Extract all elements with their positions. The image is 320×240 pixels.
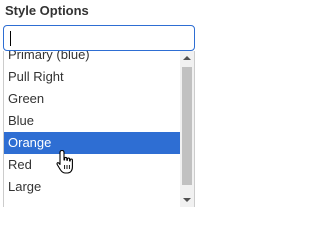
- option-orange[interactable]: Orange: [4, 132, 181, 154]
- arrow-down-icon[interactable]: [180, 193, 194, 207]
- option-primary-blue[interactable]: Primary (blue): [4, 51, 181, 66]
- option-green[interactable]: Green: [4, 88, 181, 110]
- field-label: Style Options: [5, 3, 89, 18]
- option-blue[interactable]: Blue: [4, 110, 181, 132]
- options-dropdown[interactable]: Primary (blue) Pull Right Green Blue Ora…: [3, 51, 195, 207]
- search-box[interactable]: [3, 25, 195, 51]
- options-list: Primary (blue) Pull Right Green Blue Ora…: [4, 51, 181, 198]
- arrow-up-icon[interactable]: [180, 51, 194, 65]
- option-pull-right[interactable]: Pull Right: [4, 66, 181, 88]
- option-red[interactable]: Red: [4, 154, 181, 176]
- scrollbar-thumb[interactable]: [182, 67, 192, 185]
- scrollbar[interactable]: [180, 51, 194, 207]
- search-input[interactable]: [4, 26, 194, 50]
- option-large[interactable]: Large: [4, 176, 181, 198]
